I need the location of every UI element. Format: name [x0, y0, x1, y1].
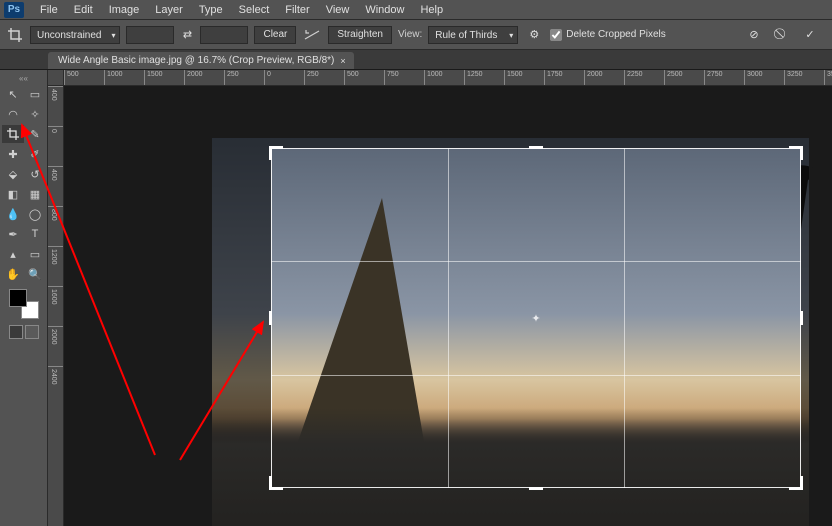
options-bar: Unconstrained ⇄ Clear Straighten View: R… — [0, 20, 832, 50]
move-tool[interactable]: ↖ — [2, 85, 24, 103]
clear-button[interactable]: Clear — [254, 26, 296, 44]
history-brush-tool[interactable]: ↺ — [24, 165, 46, 183]
crop-tool[interactable] — [2, 125, 24, 143]
delete-cropped-input[interactable] — [550, 29, 562, 41]
stamp-tool[interactable]: ⬙ — [2, 165, 24, 183]
brush-tool[interactable]: ✐ — [24, 145, 46, 163]
grid-line-v1 — [448, 148, 449, 488]
magic-wand-tool[interactable]: ✧ — [24, 105, 46, 123]
menu-window[interactable]: Window — [357, 4, 412, 16]
menu-image[interactable]: Image — [101, 4, 148, 16]
path-select-tool[interactable]: ▴ — [2, 245, 24, 263]
zoom-tool[interactable]: 🔍 — [24, 265, 46, 283]
commit-crop-icon[interactable]: ✓ — [800, 25, 820, 45]
rect-marquee-tool[interactable]: ▭ — [24, 85, 46, 103]
crop-handle-bottom[interactable] — [529, 487, 543, 490]
grid-line-v2 — [624, 148, 625, 488]
crop-handle-top[interactable] — [529, 146, 543, 149]
menu-layer[interactable]: Layer — [147, 4, 191, 16]
horizontal-ruler[interactable]: 5001000150020002500250500750100012501500… — [64, 70, 832, 86]
aspect-ratio-dropdown[interactable]: Unconstrained — [30, 26, 120, 44]
canvas-area: 5001000150020002500250500750100012501500… — [48, 70, 832, 526]
crop-width-input[interactable] — [126, 26, 174, 44]
gradient-tool[interactable]: ▦ — [24, 185, 46, 203]
menu-filter[interactable]: Filter — [277, 4, 317, 16]
shape-tool[interactable]: ▭ — [24, 245, 46, 263]
document-canvas[interactable]: ✦ — [64, 86, 832, 526]
pen-tool[interactable]: ✒ — [2, 225, 24, 243]
crop-handle-right[interactable] — [800, 311, 803, 325]
swap-dimensions-icon[interactable]: ⇄ — [180, 28, 194, 42]
close-tab-icon[interactable]: × — [340, 56, 345, 66]
crop-handle-left[interactable] — [269, 311, 272, 325]
color-swatches[interactable] — [9, 289, 39, 319]
menu-help[interactable]: Help — [412, 4, 451, 16]
menu-bar: Ps File Edit Image Layer Type Select Fil… — [0, 0, 832, 20]
crop-handle-tl[interactable] — [269, 146, 283, 160]
delete-cropped-label: Delete Cropped Pixels — [566, 29, 666, 40]
menu-select[interactable]: Select — [231, 4, 278, 16]
cancel-crop-icon[interactable]: ⃠ — [772, 25, 792, 45]
type-tool[interactable]: T — [24, 225, 46, 243]
eraser-tool[interactable]: ◧ — [2, 185, 24, 203]
crop-handle-br[interactable] — [789, 476, 803, 490]
crop-bounding-box[interactable]: ✦ — [271, 148, 801, 488]
reset-crop-icon[interactable]: ⊘ — [744, 25, 764, 45]
eyedropper-tool[interactable]: ✎ — [24, 125, 46, 143]
straighten-button[interactable]: Straighten — [328, 26, 392, 44]
toolbox-collapse-icon[interactable]: «« — [2, 74, 45, 83]
crop-handle-bl[interactable] — [269, 476, 283, 490]
ruler-origin[interactable] — [48, 70, 64, 86]
crop-tool-icon — [6, 26, 24, 44]
crop-height-input[interactable] — [200, 26, 248, 44]
spot-heal-tool[interactable]: ✚ — [2, 145, 24, 163]
menu-file[interactable]: File — [32, 4, 66, 16]
blur-tool[interactable]: 💧 — [2, 205, 24, 223]
crop-options-gear-icon[interactable]: ⚙ — [524, 25, 544, 45]
dodge-tool[interactable]: ◯ — [24, 205, 46, 223]
document-tab[interactable]: Wide Angle Basic image.jpg @ 16.7% (Crop… — [48, 52, 354, 69]
grid-line-h2 — [271, 375, 801, 376]
menu-view[interactable]: View — [318, 4, 358, 16]
crop-handle-tr[interactable] — [789, 146, 803, 160]
crop-center-icon: ✦ — [530, 312, 542, 324]
delete-cropped-checkbox[interactable]: Delete Cropped Pixels — [550, 29, 666, 41]
grid-line-h1 — [271, 261, 801, 262]
quick-mask-icon[interactable] — [25, 325, 39, 339]
overlay-dropdown[interactable]: Rule of Thirds — [428, 26, 518, 44]
quick-mask-row — [2, 325, 45, 339]
document-tab-row: Wide Angle Basic image.jpg @ 16.7% (Crop… — [0, 50, 832, 70]
view-label: View: — [398, 29, 422, 40]
menu-type[interactable]: Type — [191, 4, 231, 16]
toolbox: «« ↖▭ ◠✧ ✎ ✚✐ ⬙↺ ◧▦ 💧◯ ✒T ▴▭ ✋🔍 — [0, 70, 48, 526]
foreground-swatch[interactable] — [9, 289, 27, 307]
workspace: «« ↖▭ ◠✧ ✎ ✚✐ ⬙↺ ◧▦ 💧◯ ✒T ▴▭ ✋🔍 50010001… — [0, 70, 832, 526]
menu-edit[interactable]: Edit — [66, 4, 101, 16]
document-tab-title: Wide Angle Basic image.jpg @ 16.7% (Crop… — [58, 55, 334, 66]
straighten-icon[interactable] — [302, 25, 322, 45]
hand-tool[interactable]: ✋ — [2, 265, 24, 283]
app-logo: Ps — [4, 2, 24, 18]
standard-mode-icon[interactable] — [9, 325, 23, 339]
lasso-tool[interactable]: ◠ — [2, 105, 24, 123]
vertical-ruler[interactable]: 40004008001200160020002400 — [48, 86, 64, 526]
